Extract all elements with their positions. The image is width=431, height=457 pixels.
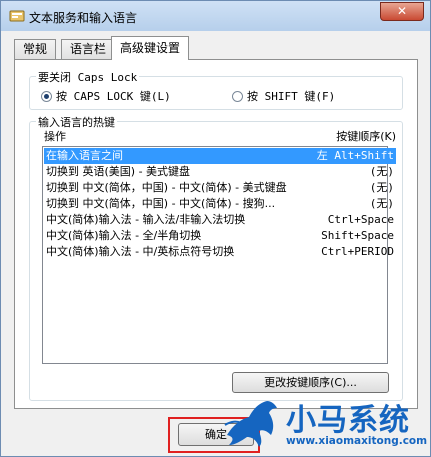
change-key-sequence-button[interactable]: 更改按键顺序(C)...: [232, 372, 389, 393]
tab-label: 常规: [23, 42, 48, 56]
hotkey-keys: Shift+Space: [321, 229, 394, 242]
column-header-keys: 按键顺序(K): [336, 130, 396, 143]
list-item[interactable]: 切换到 中文(简体，中国) - 中文(简体) - 美式键盘 (无): [44, 180, 396, 196]
list-item[interactable]: 中文(简体)输入法 - 中/英标点符号切换 Ctrl+PERIOD: [44, 244, 396, 260]
column-header-action: 操作: [44, 130, 66, 143]
hotkey-keys: Ctrl+Space: [327, 213, 394, 226]
watermark: 小马系统 www.xiaomaxitong.com: [223, 393, 428, 455]
caps-lock-group-title: 要关闭 Caps Lock: [36, 69, 140, 85]
caps-lock-group: 要关闭 Caps Lock 按 CAPS LOCK 键(L) 按 SHIFT 键…: [29, 69, 403, 110]
tab-label: 高级键设置: [120, 41, 181, 55]
hotkey-keys: (无): [369, 181, 394, 194]
list-item[interactable]: 切换到 英语(美国) - 美式键盘 (无): [44, 164, 396, 180]
hotkey-keys: Ctrl+PERIOD: [321, 245, 394, 258]
list-item[interactable]: 中文(简体)输入法 - 全/半角切换 Shift+Space: [44, 228, 396, 244]
radio-label: 按 SHIFT 键(F): [247, 90, 336, 103]
radio-selected-icon: [41, 90, 52, 102]
tab-label: 语言栏: [70, 42, 107, 56]
hotkey-keys: 左 Alt+Shift: [316, 149, 394, 162]
dialog-window: 文本服务和输入语言 ✕ 常规 语言栏 高级键设置 要关闭 Caps Lock 按…: [0, 0, 431, 457]
shift-key-radio[interactable]: 按 SHIFT 键(F): [232, 88, 335, 104]
hotkey-action: 中文(简体)输入法 - 输入法/非输入法切换: [46, 213, 246, 226]
list-item[interactable]: 切换到 中文(简体，中国) - 中文(简体) - 搜狗... (无): [44, 196, 396, 212]
close-button[interactable]: ✕: [380, 2, 424, 21]
window-title: 文本服务和输入语言: [29, 11, 138, 25]
tab-language-bar[interactable]: 语言栏: [61, 39, 116, 59]
list-item[interactable]: 在输入语言之间 左 Alt+Shift: [44, 148, 396, 164]
hotkey-action: 切换到 中文(简体，中国) - 中文(简体) - 搜狗...: [46, 197, 276, 210]
hotkey-action: 切换到 中文(简体，中国) - 中文(简体) - 美式键盘: [46, 181, 287, 194]
hotkey-action: 切换到 英语(美国) - 美式键盘: [46, 165, 191, 178]
change-key-sequence-label: 更改按键顺序(C)...: [264, 376, 357, 389]
tab-advanced-key-settings[interactable]: 高级键设置: [111, 36, 190, 60]
close-icon: ✕: [396, 4, 408, 18]
hotkey-action: 中文(简体)输入法 - 中/英标点符号切换: [46, 245, 235, 258]
hotkey-list[interactable]: 在输入语言之间 左 Alt+Shift 切换到 英语(美国) - 美式键盘 (无…: [42, 146, 396, 364]
title-bar[interactable]: 文本服务和输入语言 ✕: [1, 1, 430, 31]
hotkey-keys: (无): [369, 165, 394, 178]
watermark-brand: 小马系统: [286, 403, 410, 438]
horse-logo-icon: [224, 401, 277, 447]
hotkey-keys: (无): [369, 197, 394, 210]
radio-label: 按 CAPS LOCK 键(L): [56, 90, 171, 103]
app-icon: [9, 10, 25, 22]
hotkey-action: 在输入语言之间: [46, 149, 123, 162]
tab-general[interactable]: 常规: [14, 39, 57, 59]
radio-unselected-icon: [232, 90, 243, 102]
watermark-url: www.xiaomaxitong.com: [286, 435, 428, 447]
list-item[interactable]: 中文(简体)输入法 - 输入法/非输入法切换 Ctrl+Space: [44, 212, 396, 228]
hotkey-action: 中文(简体)输入法 - 全/半角切换: [46, 229, 202, 242]
caps-lock-key-radio[interactable]: 按 CAPS LOCK 键(L): [41, 88, 171, 104]
